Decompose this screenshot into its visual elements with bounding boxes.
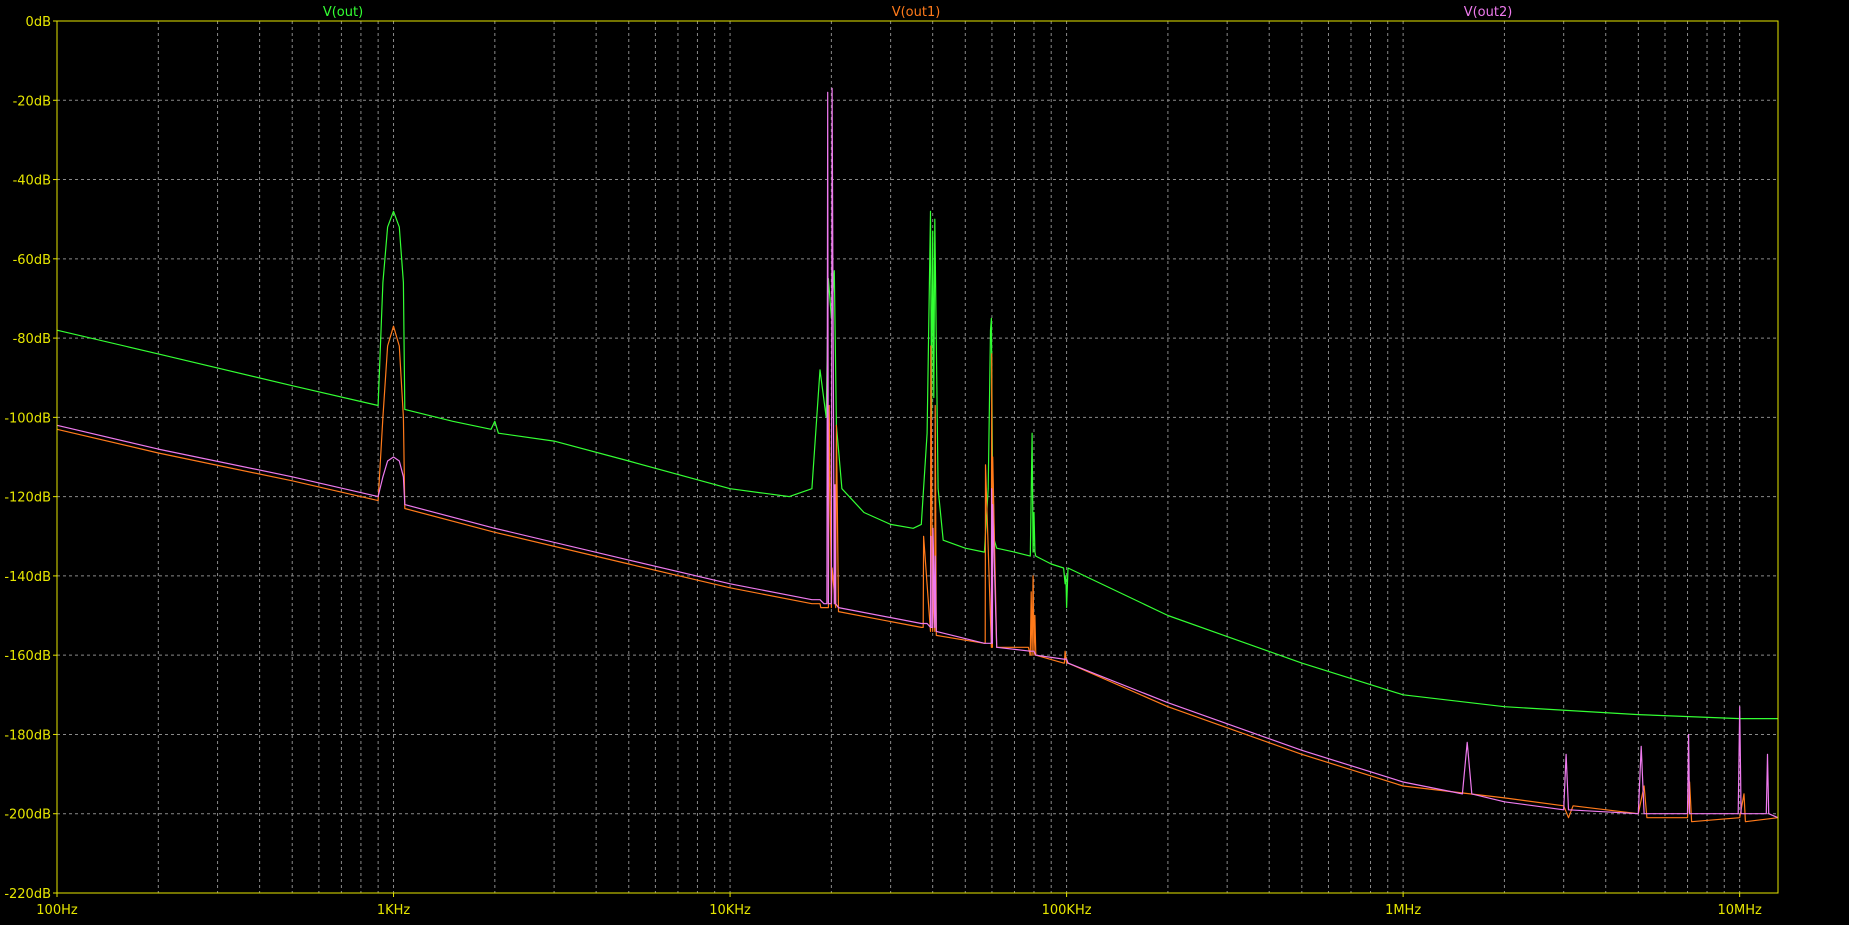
x-tick-label: 10MHz [1717,903,1762,918]
y-tick-label: -100dB [4,411,51,426]
y-tick-label: -80dB [13,332,51,347]
y-tick-labels: 0dB -20dB -40dB -60dB -80dB -100dB -120dB -140d… [4,15,57,902]
series-line-vout2 [56,87,1779,819]
y-tick-label: -120dB [4,491,51,506]
plot-window: 0dB -20dB -40dB -60dB -80dB -100dB -120dB -140d… [0,0,1849,925]
y-tick-label: 0dB [26,15,51,30]
series-layer [56,87,1779,823]
series-line-vout1 [56,325,1779,823]
y-tick-label: -180dB [4,728,51,743]
grid-layer [56,20,1778,894]
y-tick-label: -200dB [4,808,51,823]
plot-frame [56,20,1779,894]
x-tick-label: 100Hz [36,903,78,918]
y-tick-label: -20dB [13,94,51,109]
x-tick-label: 100KHz [1042,903,1092,918]
x-tick-labels: 100Hz 1KHz 10KHz 100KHz 1MHz 10MHz [36,893,1762,918]
y-tick-label: -140dB [4,570,51,585]
y-tick-label: -160dB [4,649,51,664]
y-tick-label: -220dB [4,887,51,902]
y-tick-label: -40dB [13,174,51,189]
legend: V(out) V(out1) V(out2) [323,5,1512,20]
series-line-vout [56,210,1778,720]
legend-entry[interactable]: V(out2) [1464,5,1513,20]
legend-entry[interactable]: V(out1) [892,5,941,20]
legend-entry[interactable]: V(out) [323,5,363,20]
x-tick-label: 1KHz [377,903,411,918]
x-tick-label: 10KHz [709,903,751,918]
chart-svg[interactable]: 0dB -20dB -40dB -60dB -80dB -100dB -120dB -140d… [0,0,1849,925]
y-tick-label: -60dB [13,253,51,268]
x-tick-label: 1MHz [1385,903,1421,918]
